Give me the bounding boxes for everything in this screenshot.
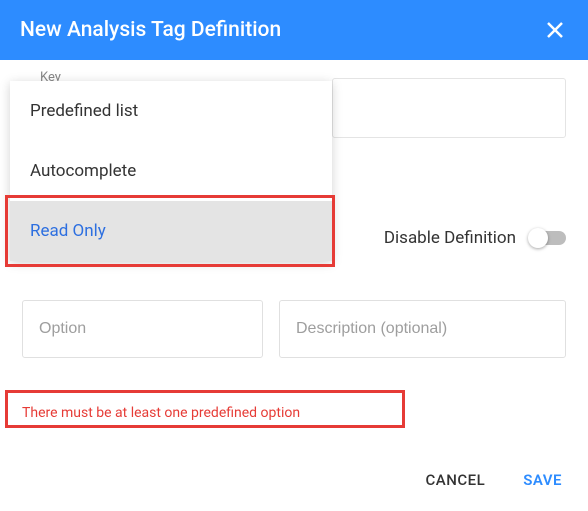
dialog-content: Key Predefined list Autocomplete Read On…	[0, 60, 588, 78]
error-message: There must be at least one predefined op…	[22, 405, 300, 421]
dropdown-panel: Predefined list Autocomplete Read Only	[10, 81, 332, 261]
dropdown-option-read-only[interactable]: Read Only	[10, 201, 332, 261]
disable-definition-row: Disable Definition	[384, 228, 566, 248]
cancel-button[interactable]: CANCEL	[421, 463, 489, 497]
dropdown-option-predefined-list[interactable]: Predefined list	[10, 81, 332, 141]
option-input[interactable]	[22, 300, 263, 358]
disable-definition-label: Disable Definition	[384, 228, 516, 248]
dropdown-option-autocomplete[interactable]: Autocomplete	[10, 141, 332, 201]
save-button[interactable]: SAVE	[519, 463, 566, 497]
description-input[interactable]	[279, 300, 566, 358]
dialog-footer: CANCEL SAVE	[421, 463, 566, 497]
key-field[interactable]	[332, 78, 566, 138]
dialog-header: New Analysis Tag Definition	[0, 0, 588, 60]
option-row	[22, 300, 566, 358]
toggle-thumb	[528, 228, 548, 248]
dialog-title: New Analysis Tag Definition	[20, 18, 281, 42]
disable-definition-toggle[interactable]	[530, 231, 566, 245]
close-icon[interactable]	[542, 17, 568, 43]
